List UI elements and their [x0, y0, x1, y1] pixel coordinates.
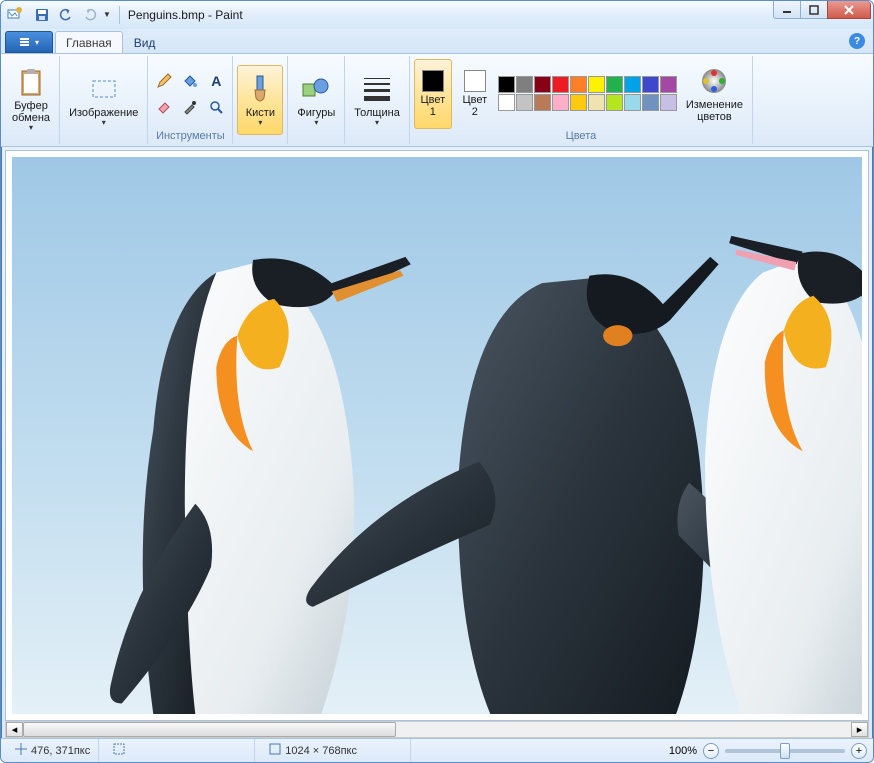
statusbar: 476, 371пкс 1024 × 768пкс 100% − +: [1, 738, 873, 762]
brushes-button[interactable]: Кисти ▾: [237, 65, 283, 135]
palette-swatch[interactable]: [552, 94, 569, 111]
app-icon: [7, 6, 23, 25]
color-picker-tool[interactable]: [178, 95, 202, 119]
text-tool[interactable]: A: [204, 69, 228, 93]
window-title: Penguins.bmp - Paint: [128, 8, 774, 22]
palette-swatch[interactable]: [588, 76, 605, 93]
brush-icon: [244, 73, 276, 105]
group-image: Изображение ▾: [60, 56, 148, 144]
pencil-tool[interactable]: [152, 69, 176, 93]
color2-swatch: [464, 70, 486, 92]
group-colors: Цвет 1 Цвет 2 Изменение цветов Цвета: [410, 56, 753, 144]
size-icon: [361, 73, 393, 105]
edit-colors-button[interactable]: Изменение цветов: [681, 59, 748, 129]
zoom-in-button[interactable]: +: [851, 743, 867, 759]
group-brushes: Кисти ▾: [233, 56, 288, 144]
palette-swatch[interactable]: [660, 76, 677, 93]
scroll-right-button[interactable]: ▸: [851, 722, 868, 737]
qat-customize-icon[interactable]: ▼: [103, 10, 111, 19]
zoom-thumb[interactable]: [780, 743, 790, 759]
group-clipboard: Буфер обмена ▾: [3, 56, 60, 144]
palette-swatch[interactable]: [624, 94, 641, 111]
help-button[interactable]: ?: [849, 33, 865, 49]
zoom-out-button[interactable]: −: [703, 743, 719, 759]
cursor-position: 476, 371пкс: [7, 739, 99, 762]
edit-colors-label: Изменение цветов: [686, 99, 743, 123]
minimize-button[interactable]: [773, 1, 801, 19]
selection-icon: [113, 743, 125, 758]
palette-swatch[interactable]: [516, 76, 533, 93]
ribbon-tabs: ▾ Главная Вид ?: [1, 29, 873, 53]
size-icon: [269, 743, 281, 758]
canvas-area[interactable]: [5, 150, 869, 721]
palette-swatch[interactable]: [498, 76, 515, 93]
palette-swatch[interactable]: [570, 94, 587, 111]
select-icon: [88, 73, 120, 105]
clipboard-button[interactable]: Буфер обмена ▾: [7, 65, 55, 135]
palette-swatch[interactable]: [516, 94, 533, 111]
zoom-level: 100%: [669, 745, 697, 757]
palette-swatch[interactable]: [534, 94, 551, 111]
redo-button[interactable]: [79, 4, 101, 26]
ribbon-panel: Буфер обмена ▾ Изображение ▾ A: [1, 53, 873, 147]
zoom-controls: 100% − +: [669, 743, 867, 759]
group-shapes: Фигуры ▾: [288, 56, 345, 144]
color1-button[interactable]: Цвет 1: [414, 59, 452, 129]
color1-label: Цвет 1: [421, 94, 446, 118]
clipboard-icon: [15, 68, 47, 98]
palette-swatch[interactable]: [642, 76, 659, 93]
paint-window: ▼ Penguins.bmp - Paint ▾ Главная Вид ? Б…: [0, 0, 874, 763]
palette-swatch[interactable]: [498, 94, 515, 111]
horizontal-scrollbar[interactable]: ◂ ▸: [5, 721, 869, 738]
palette-swatch[interactable]: [534, 76, 551, 93]
tab-home[interactable]: Главная: [55, 31, 123, 53]
file-menu-button[interactable]: ▾: [5, 31, 53, 53]
scroll-track[interactable]: [23, 722, 851, 737]
eraser-tool[interactable]: [152, 95, 176, 119]
tab-view[interactable]: Вид: [123, 31, 167, 53]
clipboard-label: Буфер обмена: [12, 100, 50, 124]
shapes-button[interactable]: Фигуры ▾: [292, 65, 340, 135]
undo-button[interactable]: [55, 4, 77, 26]
palette-swatch[interactable]: [570, 76, 587, 93]
zoom-slider[interactable]: [725, 749, 845, 753]
palette-swatch[interactable]: [642, 94, 659, 111]
canvas-image: [12, 157, 862, 714]
fill-tool[interactable]: [178, 69, 202, 93]
crosshair-icon: [15, 743, 27, 758]
selection-size: [105, 739, 255, 762]
colors-group-label: Цвета: [566, 129, 597, 142]
palette-swatch[interactable]: [606, 76, 623, 93]
group-tools: A Инструменты: [148, 56, 233, 144]
palette-swatch[interactable]: [660, 94, 677, 111]
save-button[interactable]: [31, 4, 53, 26]
image-size: 1024 × 768пкс: [261, 739, 411, 762]
select-button[interactable]: Изображение ▾: [64, 65, 143, 135]
quick-access-toolbar: ▼: [31, 4, 111, 26]
edit-colors-icon: [698, 65, 730, 97]
palette-swatch[interactable]: [624, 76, 641, 93]
color2-button[interactable]: Цвет 2: [456, 59, 494, 129]
group-size: Толщина ▾: [345, 56, 410, 144]
tools-label: Инструменты: [156, 129, 225, 142]
scroll-thumb[interactable]: [23, 722, 396, 737]
size-button[interactable]: Толщина ▾: [349, 65, 405, 135]
close-button[interactable]: [827, 1, 871, 19]
titlebar: ▼ Penguins.bmp - Paint: [1, 1, 873, 29]
color2-label: Цвет 2: [463, 94, 488, 118]
magnifier-tool[interactable]: [204, 95, 228, 119]
maximize-button[interactable]: [800, 1, 828, 19]
shapes-icon: [300, 73, 332, 105]
palette-swatch[interactable]: [552, 76, 569, 93]
palette-swatch[interactable]: [588, 94, 605, 111]
palette-swatch[interactable]: [606, 94, 623, 111]
scroll-left-button[interactable]: ◂: [6, 722, 23, 737]
color-palette: [498, 76, 677, 111]
color1-swatch: [422, 70, 444, 92]
